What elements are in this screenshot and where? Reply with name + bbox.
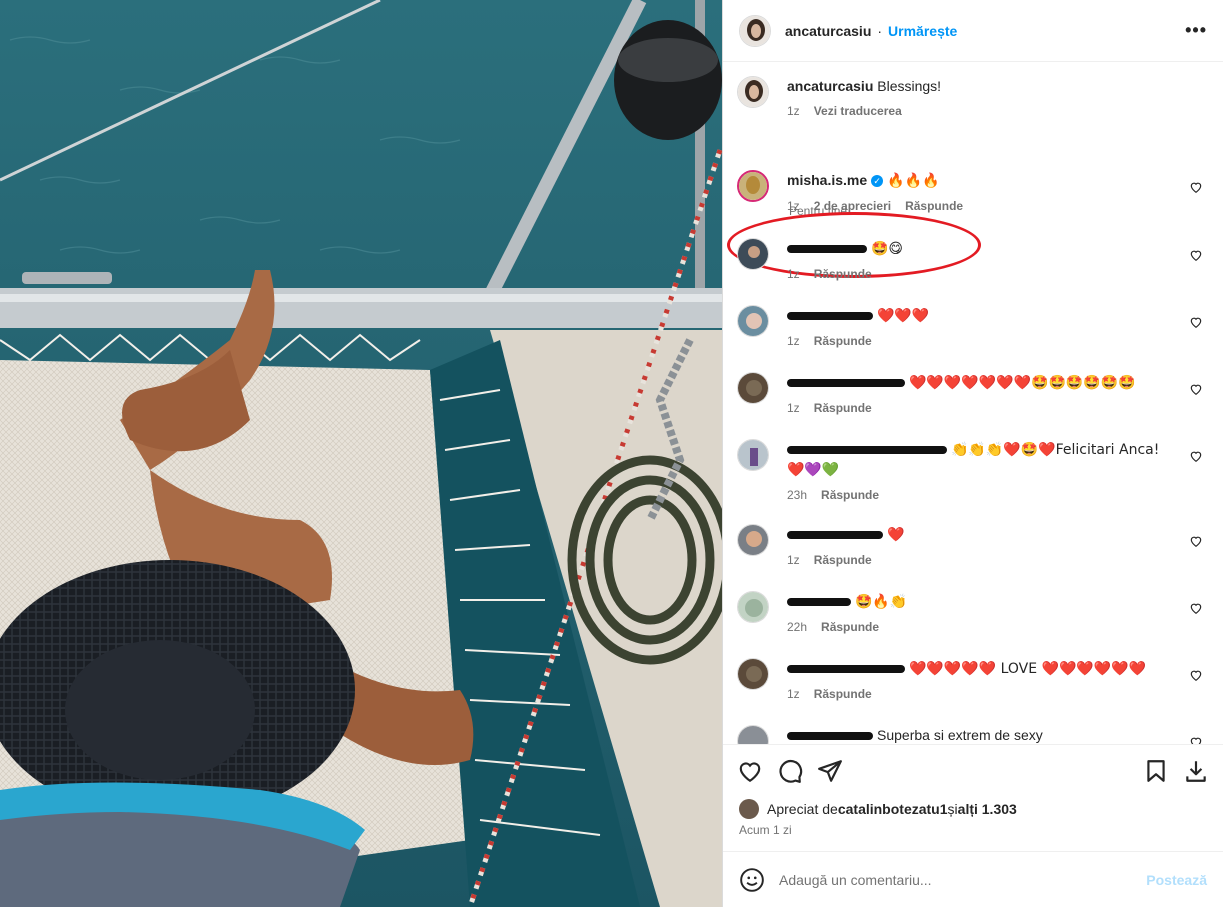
redacted-username <box>787 732 873 741</box>
commenter-avatar[interactable] <box>737 658 769 690</box>
commenter-avatar[interactable] <box>737 305 769 337</box>
reply-button[interactable]: Răspunde <box>905 199 963 213</box>
comment-username[interactable]: misha.is.me <box>787 172 867 188</box>
comment-time: 22h <box>787 620 808 634</box>
reply-button[interactable]: Răspunde <box>814 553 872 567</box>
comment-time: 23h <box>787 488 808 502</box>
download-icon[interactable] <box>1183 758 1209 784</box>
reply-button[interactable]: Răspunde <box>814 401 872 415</box>
reply-button[interactable]: Răspunde <box>821 620 879 634</box>
post-header: ancaturcasiu · Urmărește ••• <box>723 0 1223 62</box>
commenter-avatar[interactable] <box>737 439 769 471</box>
comment-time: 1z <box>787 687 800 701</box>
reply-button[interactable]: Răspunde <box>814 267 872 281</box>
likes-prefix: Apreciat de <box>767 801 838 817</box>
separator-dot: · <box>877 22 883 39</box>
caption-username[interactable]: ancaturcasiu <box>787 78 873 94</box>
comment-icon[interactable] <box>777 758 803 784</box>
commenter-avatar[interactable] <box>737 372 769 404</box>
post-timestamp: Acum 1 zi <box>739 823 792 837</box>
share-icon[interactable] <box>817 758 843 784</box>
like-comment-icon[interactable] <box>1189 534 1203 548</box>
caption-avatar[interactable] <box>737 76 769 108</box>
comment-item: ❤️❤️❤️❤️❤️❤️❤️🤩🤩🤩🤩🤩🤩 1z Răspunde <box>737 372 1209 415</box>
more-options-icon[interactable]: ••• <box>1185 20 1207 41</box>
redacted-username <box>787 312 873 321</box>
like-comment-icon[interactable] <box>1189 382 1203 396</box>
like-comment-icon[interactable] <box>1189 180 1203 194</box>
reply-button[interactable]: Răspunde <box>814 687 872 701</box>
comment-time: 1z <box>787 401 800 415</box>
comment-input[interactable] <box>779 871 1147 888</box>
commenter-avatar[interactable] <box>737 591 769 623</box>
post-comment-button[interactable]: Postează <box>1146 872 1207 888</box>
add-comment-bar: Postează <box>723 851 1223 907</box>
comment-time: 1z <box>787 553 800 567</box>
comment-text: ❤️❤️❤️❤️❤️❤️❤️🤩🤩🤩🤩🤩🤩 <box>909 375 1136 391</box>
redacted-username <box>787 665 905 674</box>
reply-button[interactable]: Răspunde <box>814 334 872 348</box>
comment-time: 1z <box>787 199 800 213</box>
like-comment-icon[interactable] <box>1189 668 1203 682</box>
liker-avatar <box>739 799 759 819</box>
like-comment-icon[interactable] <box>1189 315 1203 329</box>
likes-summary[interactable]: Apreciat de catalinbotezatu1 și alți 1.3… <box>723 797 1223 821</box>
save-icon[interactable] <box>1143 758 1169 784</box>
likes-others[interactable]: alți 1.303 <box>958 801 1017 817</box>
reply-button[interactable]: Răspunde <box>821 488 879 502</box>
caption-time: 1z <box>787 104 800 118</box>
like-comment-icon[interactable] <box>1189 449 1203 463</box>
redacted-username <box>787 379 905 388</box>
comment-text: ❤️❤️❤️ <box>877 308 930 324</box>
liker-username[interactable]: catalinbotezatu1 <box>838 801 948 817</box>
comment-item: ❤️❤️❤️ 1z Răspunde <box>737 305 1209 348</box>
post-actions: Apreciat de catalinbotezatu1 și alți 1.3… <box>723 744 1223 907</box>
comment-item: 🤩🔥👏 22h Răspunde <box>737 591 1209 634</box>
comment-item: misha.is.me ✓ 🔥🔥🔥 1z 2 de aprecieri Răspun… <box>737 170 1209 213</box>
like-comment-icon[interactable] <box>1189 735 1203 744</box>
commenter-avatar[interactable] <box>737 170 769 202</box>
redacted-username <box>787 245 867 254</box>
redacted-username <box>787 446 947 455</box>
caption-text: Blessings! <box>877 78 942 94</box>
follow-button[interactable]: Urmărește <box>888 23 957 39</box>
comment-text: 🤩😋 <box>871 241 904 257</box>
commenter-avatar[interactable] <box>737 524 769 556</box>
comment-text-continued: ❤️💜💚 <box>787 462 840 478</box>
comment-time: 1z <box>787 267 800 281</box>
comment-text: Superba si extrem de sexy <box>877 727 1043 743</box>
comment-text: ❤️ <box>887 527 905 543</box>
comment-item: Superba si extrem de sexy <box>737 725 1209 744</box>
comment-item: 👏👏👏❤️🤩❤️Felicitari Anca! ❤️💜💚 23h Răspund… <box>737 439 1209 502</box>
like-icon[interactable] <box>737 758 763 784</box>
post-photo <box>0 0 722 907</box>
redacted-username <box>787 598 851 607</box>
comment-text: 👏👏👏❤️🤩❤️Felicitari Anca! <box>951 442 1160 458</box>
comments-list[interactable]: ancaturcasiu Blessings! 1z Vezi traducer… <box>723 62 1223 744</box>
comment-item: ❤️❤️❤️❤️❤️ LOVE ❤️❤️❤️❤️❤️❤️ 1z Răspunde <box>737 658 1209 701</box>
post-details-panel: ancaturcasiu · Urmărește ••• ancaturcasi… <box>722 0 1223 907</box>
translate-link[interactable]: Vezi traducerea <box>814 104 902 118</box>
comment-item: 🤩😋 1z Răspunde <box>737 238 1209 281</box>
comment-text: 🤩🔥👏 <box>855 594 908 610</box>
likes-suffix: și <box>947 801 958 817</box>
comment-likes-count[interactable]: 2 de aprecieri <box>814 199 891 213</box>
author-avatar[interactable] <box>739 14 771 47</box>
redacted-username <box>787 531 883 540</box>
commenter-avatar[interactable] <box>737 725 769 744</box>
like-comment-icon[interactable] <box>1189 248 1203 262</box>
like-comment-icon[interactable] <box>1189 601 1203 615</box>
emoji-icon[interactable] <box>739 867 765 893</box>
comment-item: ❤️ 1z Răspunde <box>737 524 1209 567</box>
comment-time: 1z <box>787 334 800 348</box>
commenter-avatar[interactable] <box>737 238 769 270</box>
comment-text: ❤️❤️❤️❤️❤️ LOVE ❤️❤️❤️❤️❤️❤️ <box>909 661 1147 677</box>
author-username[interactable]: ancaturcasiu <box>785 23 871 39</box>
comment-text: 🔥🔥🔥 <box>887 173 940 189</box>
verified-badge-icon: ✓ <box>871 175 884 188</box>
caption: ancaturcasiu Blessings! 1z Vezi traducer… <box>737 76 1209 118</box>
